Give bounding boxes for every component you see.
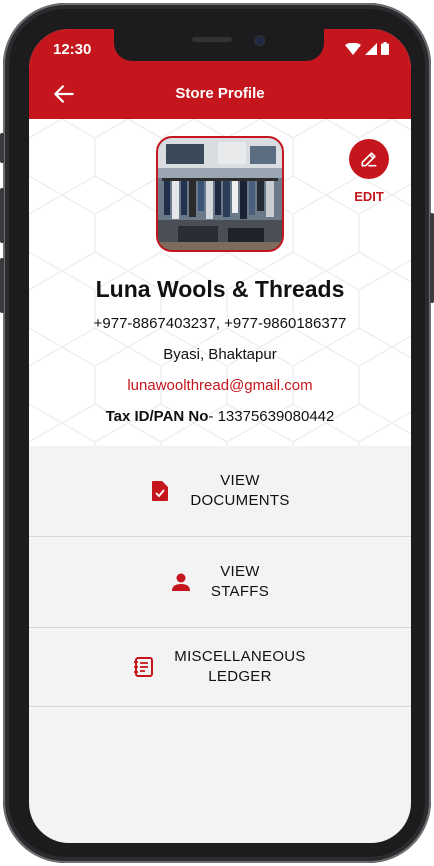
miscellaneous-ledger-label: MISCELLANEOUS LEDGER xyxy=(174,648,306,685)
status-icons xyxy=(345,42,389,55)
power-button xyxy=(430,213,434,303)
view-documents-label: VIEW DOCUMENTS xyxy=(190,472,290,509)
status-time: 12:30 xyxy=(53,41,92,58)
battery-icon xyxy=(381,42,389,55)
silent-switch xyxy=(0,133,4,163)
status-bar: 12:30 xyxy=(29,29,411,69)
app-bar: Store Profile xyxy=(29,69,411,119)
tax-id: Tax ID/PAN No- 13375639080442 xyxy=(29,408,411,425)
volume-down-button xyxy=(0,258,4,313)
tax-id-value: - 13375639080442 xyxy=(208,408,335,425)
volume-up-button xyxy=(0,188,4,243)
store-actions-menu: VIEW DOCUMENTS VIEW STAFFS MISCELLANEOUS… xyxy=(29,446,411,707)
front-camera xyxy=(254,35,265,46)
screen: 12:30 Store Profile EDIT Luna Wools & Th… xyxy=(29,29,411,843)
person-icon xyxy=(171,572,191,592)
document-check-icon xyxy=(150,481,170,501)
phone-frame: 12:30 Store Profile EDIT Luna Wools & Th… xyxy=(0,3,434,863)
edit-button[interactable] xyxy=(349,139,389,179)
view-documents-button[interactable]: VIEW DOCUMENTS xyxy=(29,446,411,537)
pencil-edit-icon xyxy=(361,152,377,167)
store-interior-image xyxy=(158,138,282,250)
store-name: Luna Wools & Threads xyxy=(95,276,345,302)
page-title: Store Profile xyxy=(175,85,265,102)
ledger-book-icon xyxy=(134,657,154,677)
store-photo xyxy=(156,136,284,252)
edit-label[interactable]: EDIT xyxy=(345,189,393,204)
speaker xyxy=(192,37,232,42)
notch xyxy=(114,29,324,61)
view-staffs-label: VIEW STAFFS xyxy=(210,563,270,600)
store-address: Byasi, Bhaktapur xyxy=(163,346,277,363)
store-email[interactable]: lunawoolthread@gmail.com xyxy=(29,377,411,394)
store-profile-card: EDIT Luna Wools & Threads +977-886740323… xyxy=(29,119,411,446)
edit-profile-control[interactable]: EDIT xyxy=(345,139,393,204)
wifi-icon xyxy=(345,42,361,55)
tax-id-label: Tax ID/PAN No xyxy=(105,408,209,425)
miscellaneous-ledger-button[interactable]: MISCELLANEOUS LEDGER xyxy=(29,628,411,707)
signal-icon xyxy=(365,42,377,55)
store-phone-numbers: +977-8867403237, +977-9860186377 xyxy=(93,315,347,332)
view-staffs-button[interactable]: VIEW STAFFS xyxy=(29,537,411,628)
